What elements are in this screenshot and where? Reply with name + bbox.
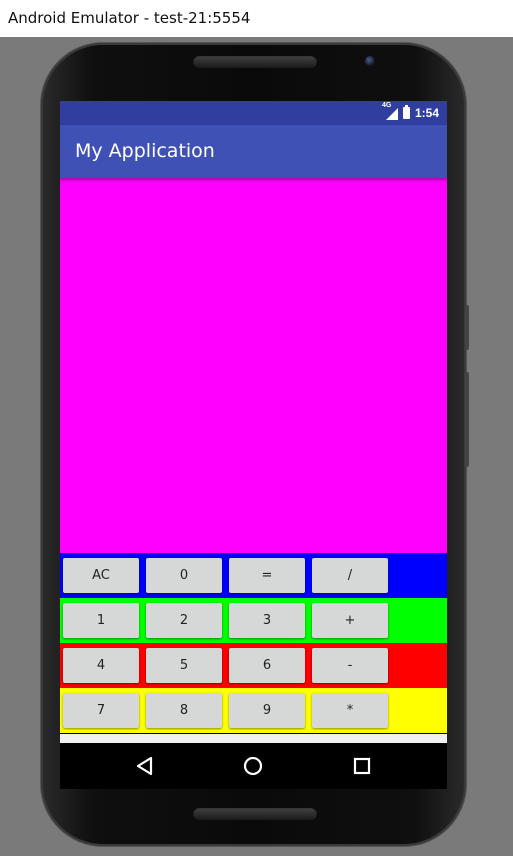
- status-time: 1:54: [414, 106, 439, 120]
- app-title: My Application: [75, 140, 215, 162]
- status-bar: 4G 1:54: [60, 101, 447, 125]
- app-toolbar: My Application: [60, 125, 447, 178]
- key-3-button[interactable]: 3: [229, 603, 305, 638]
- key-6-button[interactable]: 6: [229, 648, 305, 683]
- power-button[interactable]: [465, 305, 469, 350]
- key-2-button[interactable]: 2: [146, 603, 222, 638]
- cell-signal-icon: 4G: [382, 102, 398, 120]
- key-1-button[interactable]: 1: [63, 603, 139, 638]
- keypad-row-2: 1 2 3 +: [60, 598, 447, 643]
- keypad-row-3: 4 5 6 -: [60, 643, 447, 688]
- key-0-button[interactable]: 0: [146, 558, 222, 593]
- key-5-button[interactable]: 5: [146, 648, 222, 683]
- bottom-speaker: [193, 807, 317, 820]
- key-plus-button[interactable]: +: [312, 603, 388, 638]
- emulator-window-title: Android Emulator - test-21:5554: [0, 0, 513, 37]
- key-divide-button[interactable]: /: [312, 558, 388, 593]
- keypad-row-4: 7 8 9 *: [60, 688, 447, 733]
- volume-button[interactable]: [465, 372, 469, 467]
- keypad-row-1: AC 0 = /: [60, 553, 447, 598]
- device-screen[interactable]: 4G 1:54 My Application AC 0 = / 1 2 3 + …: [60, 101, 447, 789]
- key-7-button[interactable]: 7: [63, 693, 139, 728]
- home-icon[interactable]: [240, 753, 266, 779]
- key-equals-button[interactable]: =: [229, 558, 305, 593]
- recents-icon[interactable]: [349, 753, 375, 779]
- earpiece-speaker: [193, 55, 317, 68]
- key-minus-button[interactable]: -: [312, 648, 388, 683]
- battery-icon: [402, 105, 410, 119]
- key-4-button[interactable]: 4: [63, 648, 139, 683]
- content-bottom-edge: [60, 734, 447, 743]
- calculator-display: [60, 178, 447, 553]
- key-ac-button[interactable]: AC: [63, 558, 139, 593]
- back-icon[interactable]: [132, 753, 158, 779]
- front-camera: [365, 56, 375, 66]
- key-8-button[interactable]: 8: [146, 693, 222, 728]
- key-9-button[interactable]: 9: [229, 693, 305, 728]
- navigation-bar: [60, 743, 447, 789]
- key-multiply-button[interactable]: *: [312, 693, 388, 728]
